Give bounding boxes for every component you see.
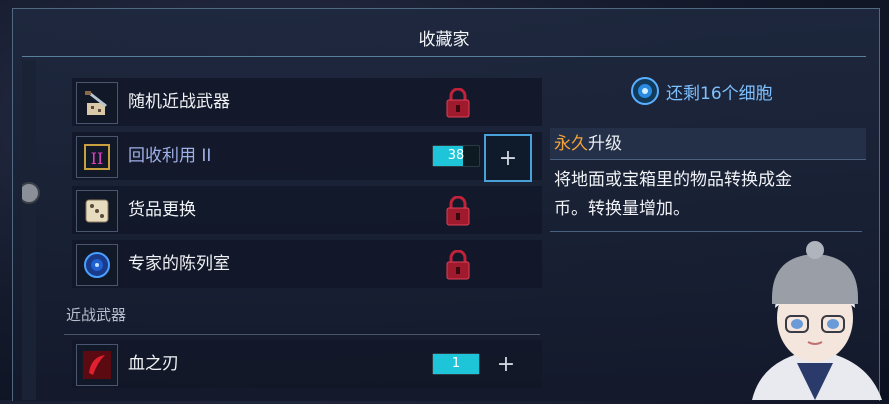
cell-cost-bar: 1: [432, 353, 480, 375]
cells-remaining-text: 还剩16个细胞: [666, 83, 773, 104]
dice-icon: [76, 190, 118, 232]
showcase-icon: [76, 244, 118, 286]
description-line: 币。转换量增加。: [554, 199, 690, 219]
lock-icon: [444, 195, 472, 226]
item-row-recycle[interactable]: II 回收利用 II 38: [72, 132, 542, 180]
cost-value: 38: [447, 148, 465, 163]
item-list: 随机近战武器 II 回收利用 II 38 + 货品更换 专家的陈列室 近战武器 …: [22, 60, 542, 400]
item-row-showcase[interactable]: 专家的陈列室: [72, 240, 542, 288]
permanent-label: 永久: [554, 134, 588, 154]
recycle-icon: II: [76, 136, 118, 178]
item-name: 随机近战武器: [128, 92, 230, 112]
item-row-blood-blade[interactable]: 血之刃 1: [72, 340, 542, 388]
section-label-melee: 近战武器: [66, 306, 127, 324]
item-row-reroll[interactable]: 货品更换: [72, 186, 542, 234]
invest-cells-button[interactable]: +: [484, 134, 532, 182]
upgrade-heading: 永久升级: [550, 128, 866, 160]
item-row-random-melee[interactable]: 随机近战武器: [72, 78, 542, 126]
cell-icon: [631, 77, 659, 105]
description-line: 将地面或宝箱里的物品转换成金: [554, 170, 792, 190]
item-name: 回收利用 II: [128, 146, 212, 166]
invest-cells-button[interactable]: +: [484, 342, 528, 386]
lock-icon: [444, 249, 472, 280]
svg-text:II: II: [91, 149, 104, 168]
streamer-avatar: [742, 238, 889, 400]
scrollbar-track[interactable]: [22, 60, 36, 400]
upgrade-label: 升级: [588, 134, 622, 154]
item-name: 专家的陈列室: [128, 254, 230, 274]
item-name: 货品更换: [128, 200, 196, 220]
cost-value: 1: [451, 356, 461, 371]
random-weapon-icon: [76, 82, 118, 124]
lock-icon: [444, 87, 472, 118]
panel-title: 收藏家: [22, 18, 866, 57]
item-name: 血之刃: [128, 354, 179, 374]
blood-blade-icon: [76, 344, 118, 386]
scrollbar-thumb[interactable]: [22, 182, 40, 204]
section-divider: [64, 334, 540, 335]
cells-remaining: 还剩16个细胞: [630, 76, 773, 106]
upgrade-description: 将地面或宝箱里的物品转换成金 币。转换量增加。: [550, 162, 862, 232]
cell-cost-bar: 38: [432, 145, 480, 167]
